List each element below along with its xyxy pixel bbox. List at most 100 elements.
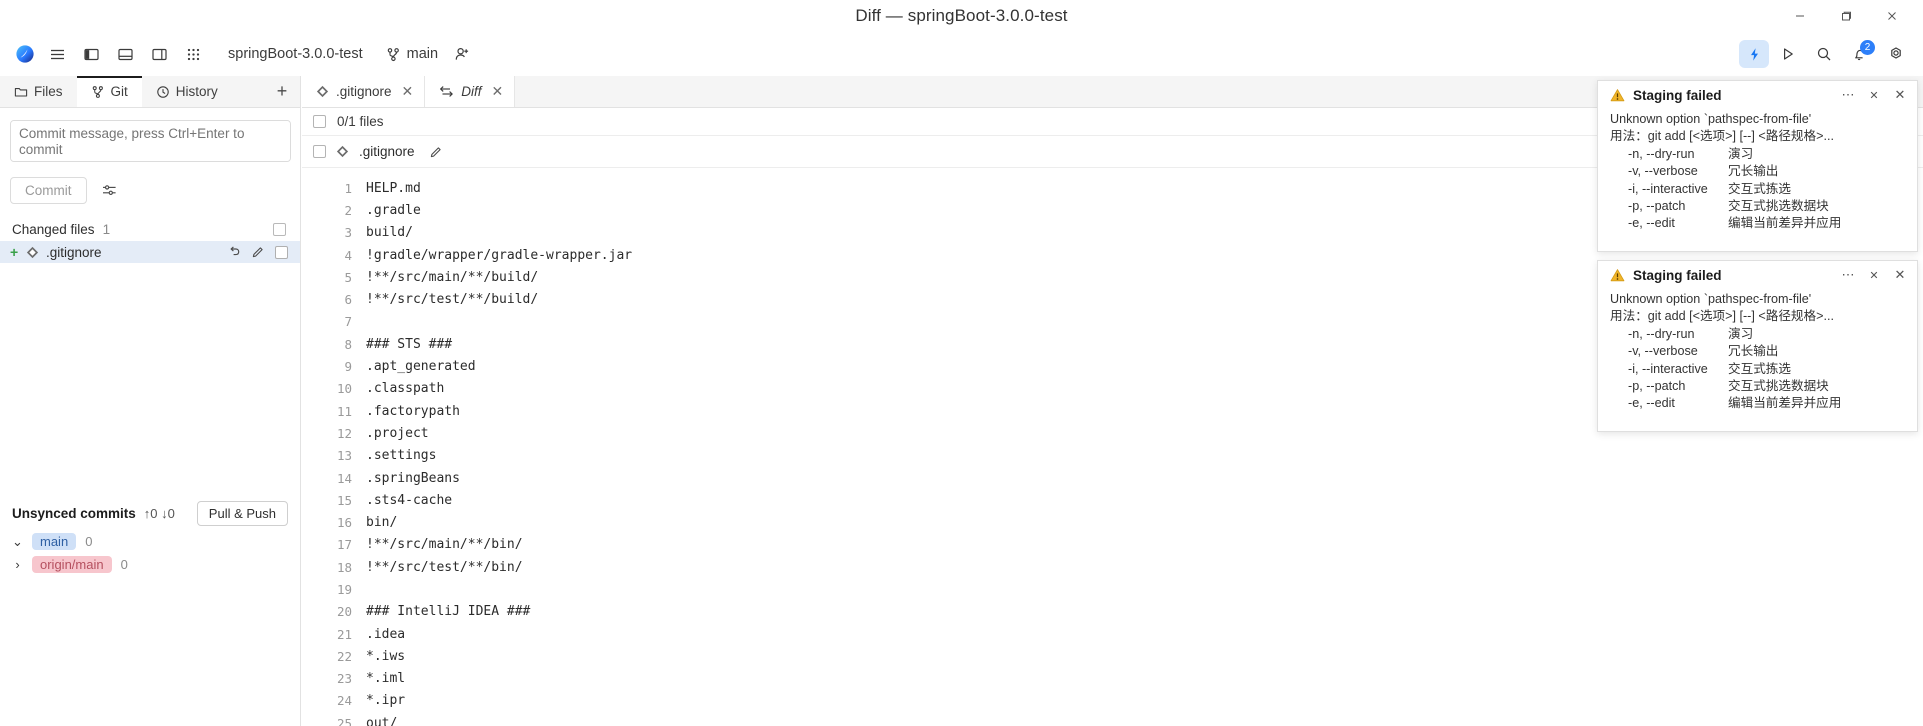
main-toolbar: springBoot-3.0.0-test main 2 [0,32,1923,76]
notification-option-flag: -v, --verbose [1628,164,1698,179]
notification-close-icon[interactable]: ✕ [1889,264,1911,286]
diff-line-number: 7 [344,314,352,330]
diff-line-number: 14 [336,470,352,486]
diff-line-text: .settings [366,448,437,464]
maximize-button[interactable] [1823,0,1869,32]
diff-line-text: bin/ [366,515,398,531]
diff-line-text: !**/src/main/**/build/ [366,269,539,285]
editor-tab-gitignore[interactable]: .gitignore ✕ [302,76,426,107]
notification-option-row: -i, --interactive 交互式拣选 [1610,181,1905,198]
notification-close-icon[interactable]: ✕ [1889,84,1911,106]
sidebar-tab-bar: Files Git History + [0,76,300,108]
changed-files-count: 1 [102,222,111,237]
notification-message-line: Unknown option `pathspec-from-file' [1610,292,1812,306]
git-branch-icon [91,85,105,99]
notification-collapse-icon[interactable]: ✕ [1863,264,1885,286]
toggle-bottom-panel-icon[interactable] [108,39,142,69]
notification-option-row: -e, --edit 编辑当前差异并应用 [1610,395,1905,412]
notification-body: Unknown option `pathspec-from-file' 用法：gi… [1598,109,1917,233]
add-collaborator-icon[interactable] [445,39,479,69]
diff-line-number: 2 [344,202,352,218]
notification-more-icon[interactable]: ⋯ [1837,84,1859,106]
diff-line-number: 25 [336,715,352,726]
diff-files-selected-label: 0/1 files [337,114,384,129]
editor-tab-diff[interactable]: Diff ✕ [425,76,516,107]
commit-controls-row: Commit [10,177,300,204]
app-logo-icon[interactable] [10,39,40,69]
notification-option-description: 交互式挑选数据块 [1728,379,1829,394]
sidebar-tab-history[interactable]: History [141,76,232,107]
hamburger-menu-icon[interactable] [40,39,74,69]
notification-staging-failed-2: Staging failed ⋯ ✕ ✕ Unknown option `pathspe… [1597,260,1918,432]
project-name-button[interactable]: springBoot-3.0.0-test [222,42,369,66]
pencil-icon[interactable] [251,245,265,259]
stage-file-checkbox[interactable] [275,245,288,259]
notification-option-flag: -e, --edit [1628,396,1675,411]
diff-line-text: !**/src/main/**/bin/ [366,537,523,553]
sidebar-tab-git[interactable]: Git [76,76,143,107]
title-bar: Diff — springBoot-3.0.0-test [0,0,1923,32]
notification-collapse-icon[interactable]: ✕ [1863,84,1885,106]
chevron-down-icon[interactable]: ⌄ [12,534,23,550]
notification-option-flag: -e, --edit [1628,216,1675,231]
app-grid-icon[interactable] [176,39,210,69]
close-button[interactable] [1869,0,1915,32]
notification-option-flag: -n, --dry-run [1628,146,1695,161]
diff-line-number: 8 [344,336,352,352]
branch-name-label: main [406,46,439,62]
branch-pill-origin-main: origin/main [32,556,112,573]
diff-line-number: 19 [336,581,352,597]
select-all-files-checkbox[interactable] [273,223,286,236]
pull-and-push-button[interactable]: Pull & Push [196,500,288,526]
add-tab-button[interactable]: + [264,76,300,107]
branch-row-origin-main[interactable]: › origin/main 0 [0,553,300,576]
notification-actions: ⋯ ✕ ✕ [1837,264,1911,286]
settings-gear-icon[interactable] [1879,39,1913,69]
notification-actions: ⋯ ✕ ✕ [1837,84,1911,106]
sidebar-tab-files[interactable]: Files [0,76,77,107]
diff-line-text: .springBeans [366,470,460,486]
notification-bell-icon[interactable]: 2 [1843,39,1877,69]
minimize-button[interactable] [1777,0,1823,32]
toggle-right-panel-icon[interactable] [142,39,176,69]
commit-message-input[interactable] [10,120,291,162]
notification-option-row: -v, --verbose 冗长输出 [1610,163,1905,180]
diff-line-text: out/ [366,715,398,726]
notification-staging-failed-1: Staging failed ⋯ ✕ ✕ Unknown option `pathspe… [1597,80,1918,252]
chevron-right-icon[interactable]: › [12,557,23,572]
window-title: Diff — springBoot-3.0.0-test [855,6,1068,25]
commit-button[interactable]: Commit [10,177,87,204]
run-icon[interactable] [1771,39,1805,69]
diff-line-text: build/ [366,225,413,241]
revert-icon[interactable] [227,245,241,259]
sidebar-tab-history-label: History [175,84,218,99]
commit-options-icon[interactable] [101,182,118,199]
sidebar-tab-git-label: Git [110,84,128,99]
diff-line-number: 18 [336,559,352,575]
unsynced-commits-counts: ↑0 ↓0 [143,505,175,521]
close-icon[interactable]: ✕ [492,83,504,100]
close-icon[interactable]: ✕ [402,83,414,100]
changed-file-row[interactable]: + .gitignore [0,241,300,263]
changed-files-label: Changed files [12,222,95,237]
notification-more-icon[interactable]: ⋯ [1837,264,1859,286]
branch-row-main[interactable]: ⌄ main 0 [0,530,300,553]
notification-option-row: -n, --dry-run 演习 [1610,326,1905,343]
pencil-icon[interactable] [429,145,443,159]
diff-line-text: .apt_generated [366,359,476,375]
ai-assistant-icon[interactable] [1739,40,1769,68]
current-branch-button[interactable]: main [379,42,445,66]
toggle-left-panel-icon[interactable] [74,39,108,69]
diff-line-number: 24 [336,693,352,709]
changed-file-name: .gitignore [46,244,102,260]
search-icon[interactable] [1807,39,1841,69]
diff-line-number: 22 [336,648,352,664]
notification-usage-line: 用法：git add [<选项>] [--] <路径规格>... [1610,129,1834,144]
diff-line-number: 12 [336,425,352,441]
stage-diff-file-checkbox[interactable] [313,145,326,158]
editor-tab-diff-label: Diff [461,84,482,99]
diff-line-number: 16 [336,515,352,531]
diff-line-number: 1 [344,180,352,196]
select-all-diff-files-checkbox[interactable] [313,115,326,128]
notification-option-flag: -i, --interactive [1628,361,1708,376]
